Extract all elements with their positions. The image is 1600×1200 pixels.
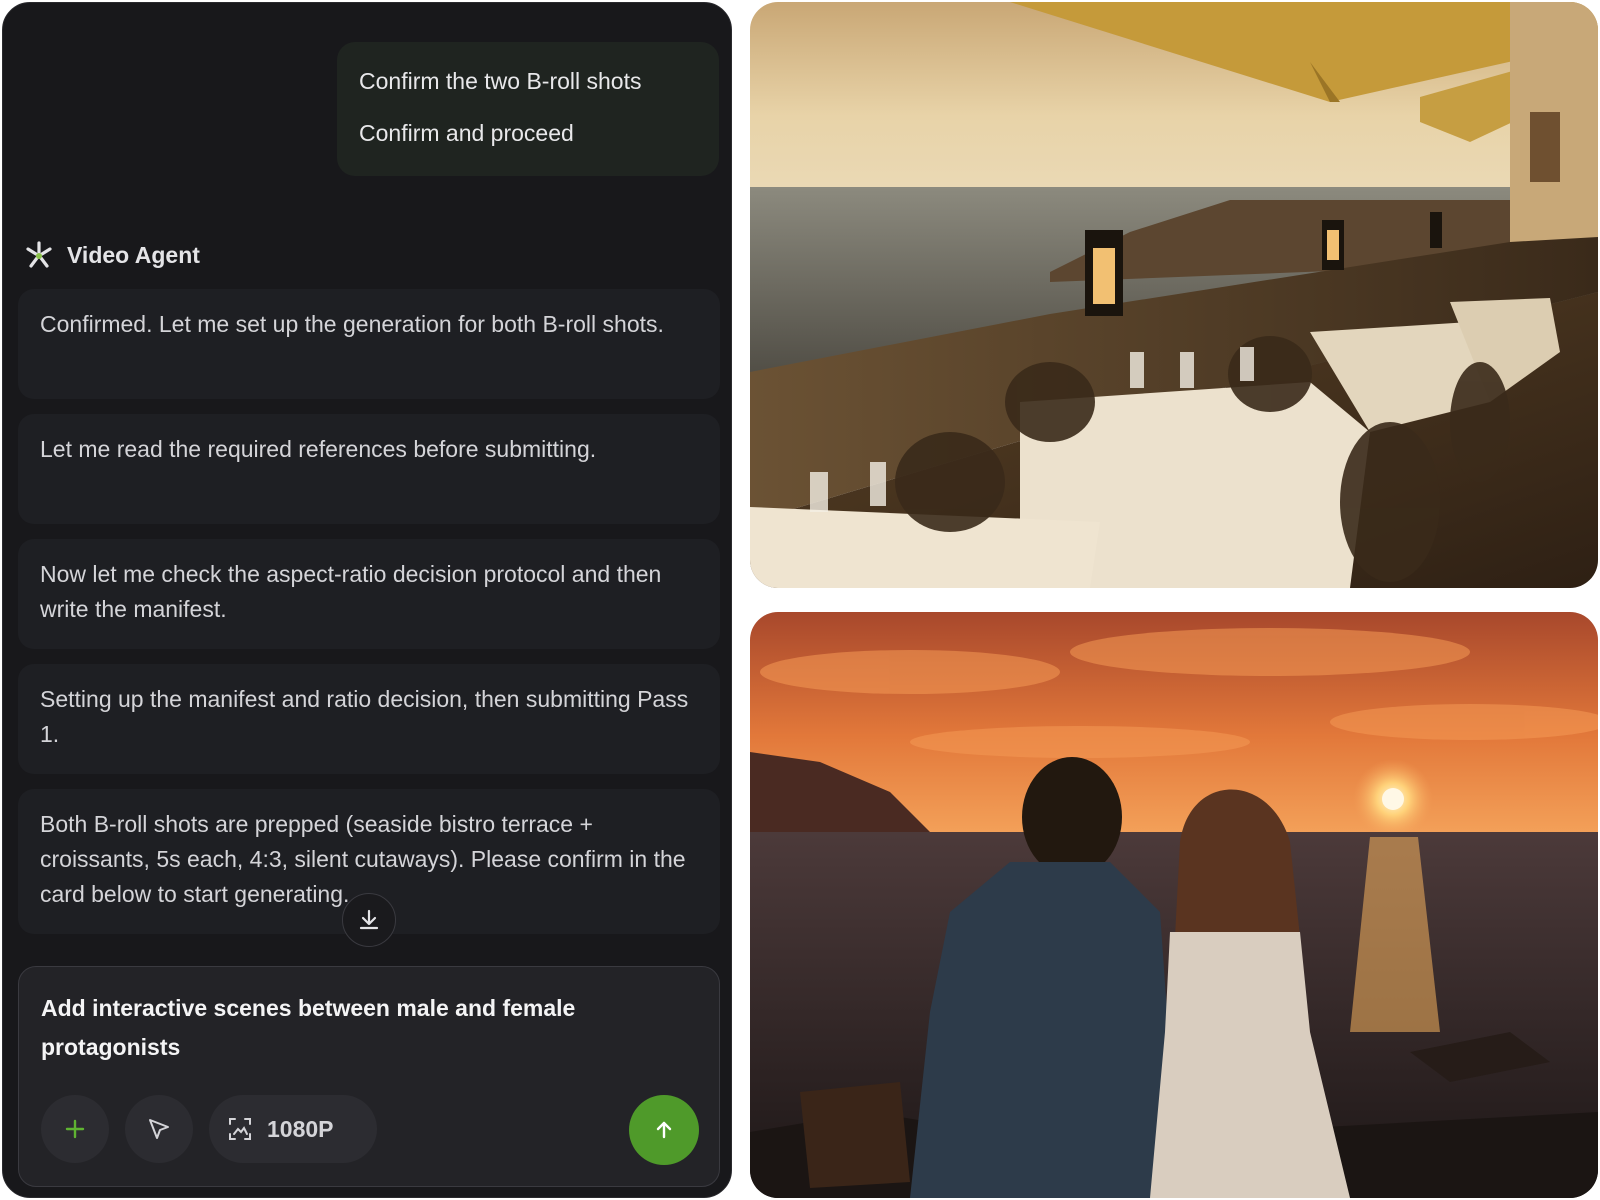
prompt-input[interactable]: Add interactive scenes between male and … (41, 989, 691, 1067)
agent-message: Confirmed. Let me set up the generation … (18, 289, 720, 399)
agent-message: Let me read the required references befo… (18, 414, 720, 524)
agent-message: Now let me check the aspect-ratio decisi… (18, 539, 720, 649)
add-button[interactable] (41, 1095, 109, 1163)
user-message-line: Confirm and proceed (359, 120, 574, 146)
agent-name: Video Agent (67, 241, 200, 268)
resolution-frame-icon (229, 1118, 251, 1140)
resolution-button[interactable]: 1080P (209, 1095, 377, 1163)
user-message-line: Confirm the two B-roll shots (359, 68, 642, 94)
resolution-label: 1080P (267, 1115, 334, 1142)
composer: Add interactive scenes between male and … (18, 966, 720, 1187)
scroll-to-bottom-button[interactable] (342, 893, 396, 947)
plus-icon (65, 1119, 85, 1139)
user-message-bubble: Confirm the two B-roll shots Confirm and… (337, 42, 719, 176)
sparkle-icon (23, 239, 55, 271)
send-button[interactable] (629, 1095, 699, 1165)
generated-image-terrace[interactable] (750, 2, 1598, 588)
chat-panel: Confirm the two B-roll shots Confirm and… (2, 2, 732, 1198)
select-tool-button[interactable] (125, 1095, 193, 1163)
cursor-icon (149, 1119, 169, 1139)
download-arrow-icon (359, 909, 379, 930)
agent-message: Setting up the manifest and ratio decisi… (18, 664, 720, 774)
agent-header: Video Agent (23, 237, 200, 273)
arrow-up-icon (656, 1121, 672, 1139)
generated-image-sunset[interactable] (750, 612, 1598, 1198)
